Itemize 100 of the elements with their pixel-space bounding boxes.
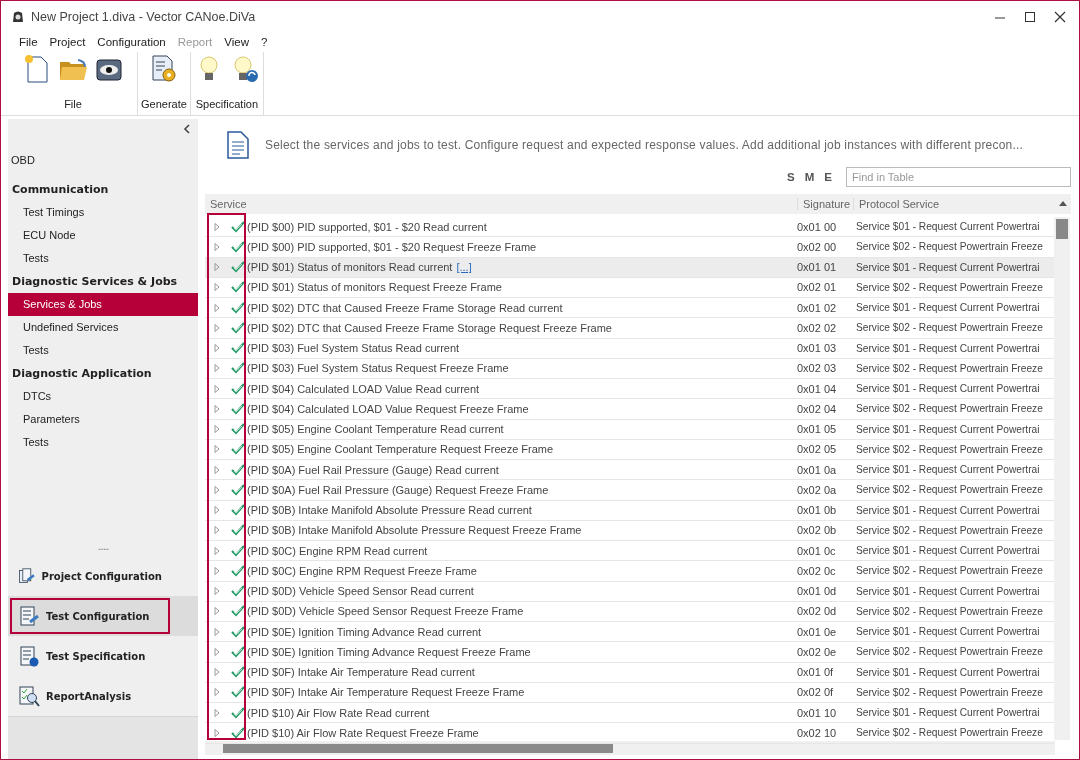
checked-icon[interactable]	[231, 686, 245, 699]
menu-item[interactable]: Project	[49, 36, 86, 48]
table-row[interactable]: (PID $0E) Ignition Timing Advance Read current 0x01 0e Service $01 - Request Current Powertrai	[205, 622, 1054, 643]
table-row[interactable]: (PID $02) DTC that Caused Freeze Frame Storage Read current 0x01 02 Service $01 - Request Current Powertrai	[205, 298, 1054, 319]
checked-icon[interactable]	[231, 220, 245, 233]
sidebar-item[interactable]: Parameters	[8, 408, 198, 431]
column-header[interactable]: Protocol Service	[853, 198, 1054, 210]
signature-cell-text: 0x02 01	[797, 281, 838, 294]
table-row[interactable]: (PID $0A) Fuel Rail Pressure (Gauge) Read current 0x01 0a Service $01 - Request Current Powertrai	[205, 460, 1054, 481]
table-row[interactable]: (PID $03) Fuel System Status Read current 0x01 03 Service $01 - Request Current Powertrai	[205, 338, 1054, 359]
more-link[interactable]: [...]	[456, 261, 472, 274]
table-row[interactable]: (PID $03) Fuel System Status Request Freeze Frame 0x02 03 Service $02 - Request Powertrain Freeze	[205, 358, 1054, 379]
table-row[interactable]: (PID $04) Calculated LOAD Value Read current 0x01 04 Service $01 - Request Current Powertrai	[205, 379, 1054, 400]
service-name: (PID $0C) Engine RPM Read current	[247, 544, 428, 557]
checked-icon[interactable]	[231, 605, 245, 618]
checked-icon[interactable]	[231, 423, 245, 436]
sidebar-item[interactable]: Tests	[8, 431, 198, 454]
filter-toggle[interactable]: M	[804, 171, 815, 183]
checked-icon[interactable]	[231, 281, 245, 294]
checked-icon[interactable]	[231, 463, 245, 476]
signature-cell-text: 0x01 03	[797, 342, 838, 355]
sidebar-item[interactable]: DTCs	[8, 385, 198, 408]
service-name: (PID $04) Calculated LOAD Value Read current	[247, 382, 480, 395]
checked-icon[interactable]	[231, 362, 245, 375]
signature-cell-text: 0x01 0a	[797, 463, 838, 476]
signature-cell-text: 0x02 0f	[797, 686, 835, 699]
sidebar-item[interactable]: Tests	[8, 339, 198, 362]
sidebar-item[interactable]: OBD	[8, 149, 198, 172]
service-name: (PID $03) Fuel System Status Request Freeze Frame	[247, 362, 509, 375]
table-row[interactable]: (PID $01) Status of monitors Request Freeze Frame 0x02 01 Service $02 - Request Powertrain Freeze	[205, 277, 1054, 298]
table-row[interactable]: (PID $0F) Intake Air Temperature Request Freeze Frame 0x02 0f Service $02 - Request Powertrain Freeze	[205, 682, 1054, 703]
table-row[interactable]: (PID $02) DTC that Caused Freeze Frame Storage Request Freeze Frame 0x02 02 Service $02 - Request Powertrain Freeze	[205, 318, 1054, 339]
signature-cell-text: 0x02 02	[797, 321, 838, 334]
checked-icon[interactable]	[231, 585, 245, 598]
table-row[interactable]: (PID $0D) Vehicle Speed Sensor Request Freeze Frame 0x02 0d Service $02 - Request Powertrain Freeze	[205, 601, 1054, 622]
search-field[interactable]: Find in Table	[846, 167, 1071, 187]
checked-icon[interactable]	[231, 261, 245, 274]
protocol-service-cell-text: Service $02 - Request Powertrain Freeze	[855, 484, 1044, 496]
checked-icon[interactable]	[231, 706, 245, 719]
maximize-icon[interactable]	[1023, 9, 1037, 24]
checked-icon[interactable]	[231, 726, 245, 739]
navigation-button[interactable]: Test Configuration	[10, 598, 170, 634]
navigation-button[interactable]: Test Specification	[10, 638, 170, 674]
checked-icon[interactable]	[231, 382, 245, 395]
sidebar-item[interactable]: Undefined Services	[8, 316, 198, 339]
checked-icon[interactable]	[231, 625, 245, 638]
signature-cell-text: 0x01 10	[797, 706, 838, 719]
service-name: (PID $0B) Intake Manifold Absolute Pressure Request Freeze Frame	[247, 524, 582, 537]
table-row[interactable]: (PID $0E) Ignition Timing Advance Request Freeze Frame 0x02 0e Service $02 - Request Powertrain Freeze	[205, 642, 1054, 663]
sidebar-item[interactable]: Test Timings	[8, 201, 198, 224]
checked-icon[interactable]	[231, 645, 245, 658]
table-row[interactable]: (PID $05) Engine Coolant Temperature Request Freeze Frame 0x02 05 Service $02 - Request Powertrain Freeze	[205, 439, 1054, 460]
menu-item[interactable]: ?	[261, 36, 268, 48]
collapse-chevron-icon[interactable]	[182, 123, 192, 135]
sidebar-item[interactable]: ECU Node	[8, 224, 198, 247]
checked-icon[interactable]	[231, 402, 245, 415]
column-header[interactable]: Signature	[797, 198, 853, 210]
table-row[interactable]: (PID $01) Status of monitors Read current [...] 0x01 01 Service $01 - Request Current Powertrai	[205, 257, 1054, 278]
checked-icon[interactable]	[231, 321, 245, 334]
table-row[interactable]: (PID $0F) Intake Air Temperature Read current 0x01 0f Service $01 - Request Current Powertrai	[205, 662, 1054, 683]
service-name: (PID $0D) Vehicle Speed Sensor Request Freeze Frame	[247, 605, 524, 618]
menu-item[interactable]: File	[19, 36, 38, 48]
checked-icon[interactable]	[231, 666, 245, 679]
signature-cell-text: 0x01 02	[797, 301, 838, 314]
window-title: New Project 1.diva - Vector CANoe.DiVa	[31, 9, 256, 24]
protocol-service-cell-text: Service $01 - Request Current Powertrai	[855, 504, 1041, 516]
sidebar-item[interactable]: Tests	[8, 247, 198, 270]
checked-icon[interactable]	[231, 524, 245, 537]
filter-toggle[interactable]: S	[787, 171, 795, 183]
table-row[interactable]: (PID $00) PID supported, $01 - $20 Request Freeze Frame 0x02 00 Service $02 - Request Powertrain Freeze	[205, 237, 1054, 258]
navigation-button[interactable]: Project Configuration	[10, 558, 170, 594]
close-icon[interactable]	[1053, 9, 1067, 24]
table-row[interactable]: (PID $0A) Fuel Rail Pressure (Gauge) Request Freeze Frame 0x02 0a Service $02 - Request Powertrain Freeze	[205, 480, 1054, 501]
navigation-button[interactable]: ReportAnalysis	[10, 678, 170, 714]
column-header[interactable]: Service	[205, 198, 797, 210]
menu-item[interactable]: View	[224, 36, 249, 48]
table-row[interactable]: (PID $0C) Engine RPM Read current 0x01 0c Service $01 - Request Current Powertrai	[205, 541, 1054, 562]
table-row[interactable]: (PID $04) Calculated LOAD Value Request Freeze Frame 0x02 04 Service $02 - Request Powertrain Freeze	[205, 399, 1054, 420]
table-row[interactable]: (PID $0D) Vehicle Speed Sensor Read current 0x01 0d Service $01 - Request Current Powertrai	[205, 581, 1054, 602]
signature-cell-text: 0x01 0e	[797, 625, 838, 638]
protocol-service-cell-text: Service $01 - Request Current Powertrai	[855, 383, 1041, 395]
checked-icon[interactable]	[231, 301, 245, 314]
vertical-scrollbar[interactable]	[1054, 217, 1070, 740]
sidebar-item[interactable]: Services & Jobs	[8, 293, 198, 316]
table-row[interactable]: (PID $05) Engine Coolant Temperature Read current 0x01 05 Service $01 - Request Current Powertrai	[205, 419, 1054, 440]
filter-toggle[interactable]: E	[824, 171, 832, 183]
menu-item[interactable]: Configuration	[97, 36, 166, 48]
table-row[interactable]: (PID $10) Air Flow Rate Read current 0x01 10 Service $01 - Request Current Powertrai	[205, 703, 1054, 724]
table-row[interactable]: (PID $0C) Engine RPM Request Freeze Frame 0x02 0c Service $02 - Request Powertrain Freeze	[205, 561, 1054, 582]
checked-icon[interactable]	[231, 483, 245, 496]
checked-icon[interactable]	[231, 342, 245, 355]
checked-icon[interactable]	[231, 564, 245, 577]
signature-cell-text: 0x02 04	[797, 402, 838, 415]
checked-icon[interactable]	[231, 544, 245, 557]
checked-icon[interactable]	[231, 443, 245, 456]
checked-icon[interactable]	[231, 504, 245, 517]
table-row[interactable]: (PID $0B) Intake Manifold Absolute Pressure Request Freeze Frame 0x02 0b Service $02 - Request Powertrain Freeze	[205, 520, 1054, 541]
table-row[interactable]: (PID $0B) Intake Manifold Absolute Pressure Read current 0x01 0b Service $01 - Request Current Powertrai	[205, 500, 1054, 521]
table-row[interactable]: (PID $00) PID supported, $01 - $20 Read current 0x01 00 Service $01 - Request Current Powertrai	[205, 217, 1054, 238]
checked-icon[interactable]	[231, 240, 245, 253]
